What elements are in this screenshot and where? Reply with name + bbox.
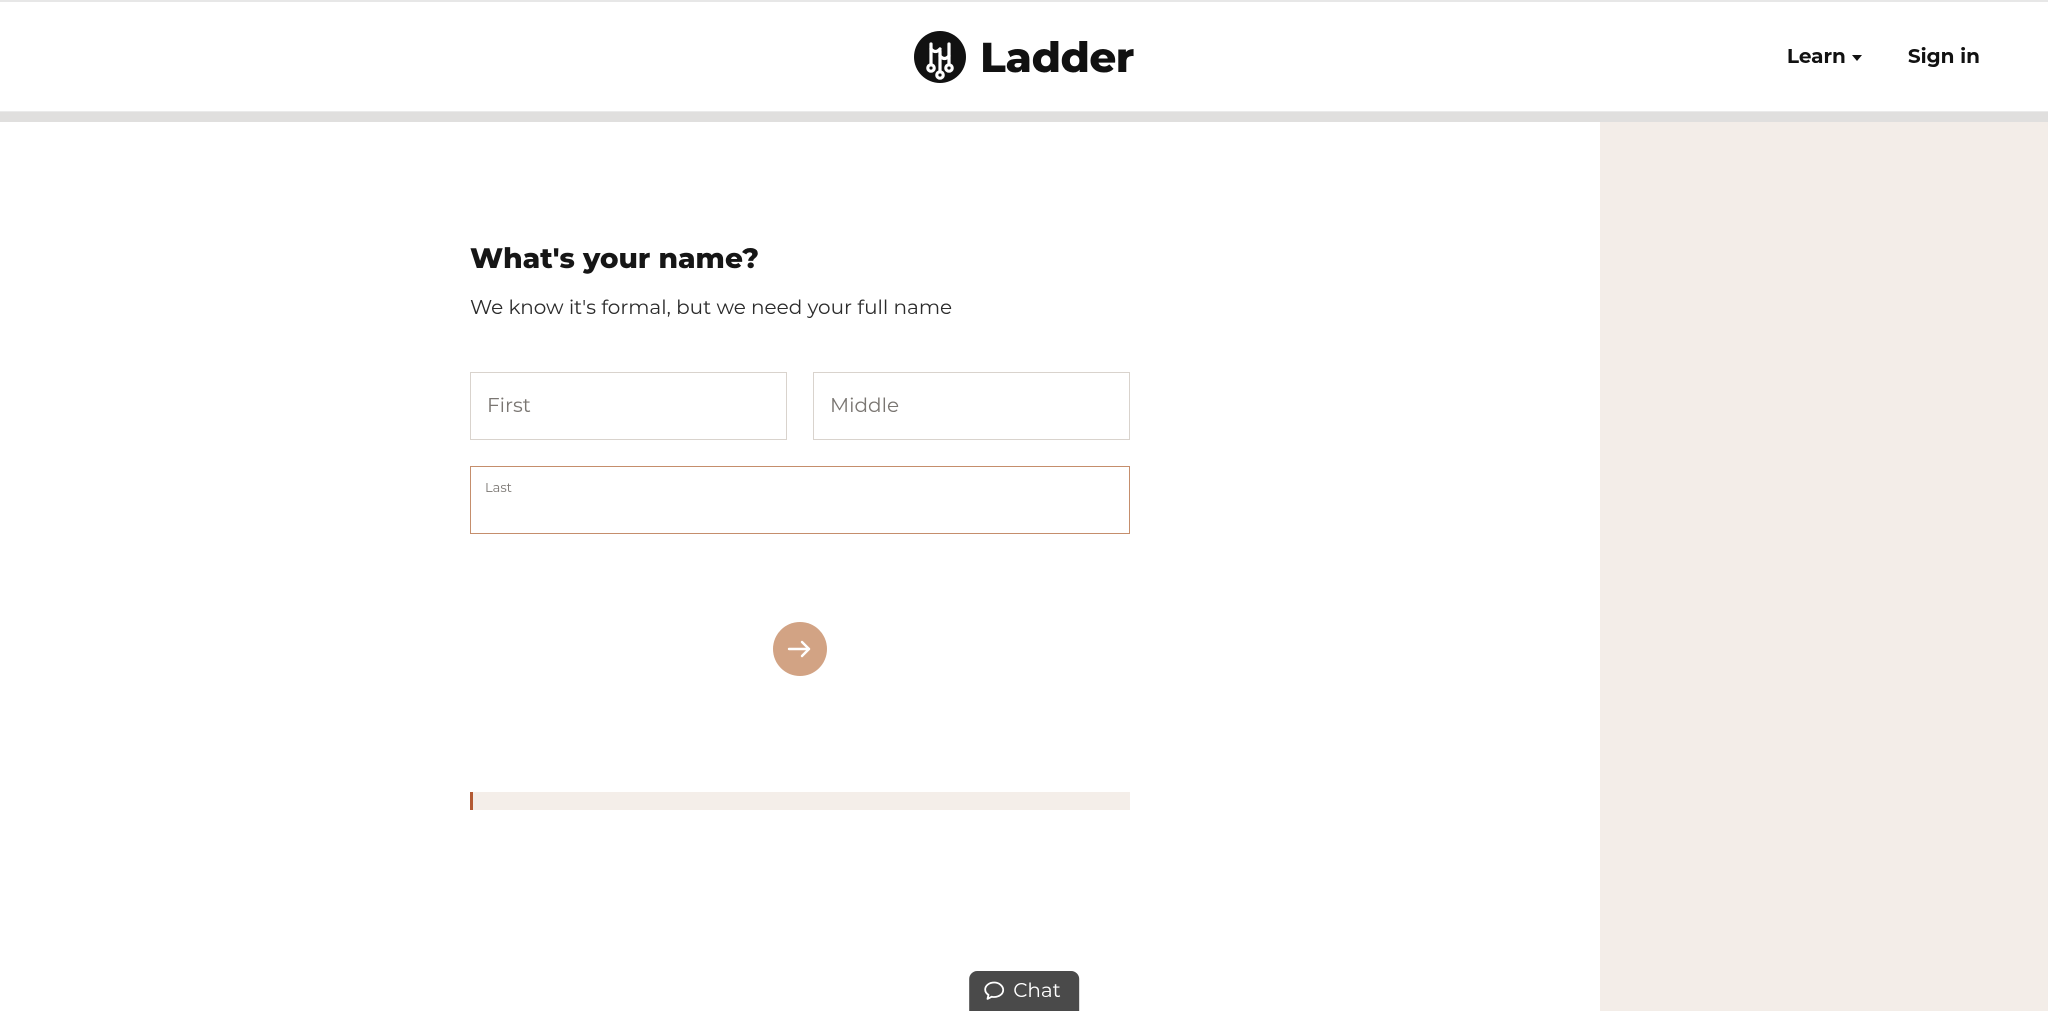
last-name-label: Last bbox=[485, 480, 512, 496]
last-name-field-wrap[interactable]: Last bbox=[470, 466, 1130, 534]
middle-name-field-wrap[interactable] bbox=[813, 372, 1130, 440]
chat-button[interactable]: Chat bbox=[969, 971, 1079, 1011]
form-heading: What's your name? bbox=[470, 242, 1130, 276]
name-form: What's your name? We know it's formal, b… bbox=[470, 242, 1130, 1011]
ladder-logo-icon bbox=[914, 31, 966, 83]
progress-bar bbox=[0, 112, 2048, 122]
chat-icon bbox=[983, 981, 1005, 1001]
right-sidebar bbox=[1600, 122, 2048, 1011]
last-name-input[interactable] bbox=[485, 498, 1115, 522]
info-card-peek bbox=[470, 792, 1130, 810]
middle-name-input[interactable] bbox=[830, 394, 1113, 418]
next-button[interactable] bbox=[773, 622, 827, 676]
brand[interactable]: Ladder bbox=[914, 31, 1134, 83]
form-subtext: We know it's formal, but we need your fu… bbox=[470, 296, 1130, 320]
first-name-field-wrap[interactable] bbox=[470, 372, 787, 440]
first-name-input[interactable] bbox=[487, 394, 770, 418]
arrow-right-icon bbox=[787, 638, 813, 660]
sign-in-label: Sign in bbox=[1908, 45, 1980, 69]
learn-label: Learn bbox=[1787, 45, 1846, 69]
header-nav: Learn Sign in bbox=[1787, 2, 1980, 111]
header: Ladder Learn Sign in bbox=[0, 2, 2048, 112]
sign-in-link[interactable]: Sign in bbox=[1908, 45, 1980, 69]
chat-label: Chat bbox=[1013, 979, 1061, 1003]
content: What's your name? We know it's formal, b… bbox=[0, 122, 2048, 1011]
caret-down-icon bbox=[1852, 55, 1862, 61]
chat-widget: Chat bbox=[969, 971, 1079, 1011]
learn-dropdown[interactable]: Learn bbox=[1787, 45, 1862, 69]
brand-name: Ladder bbox=[980, 31, 1134, 83]
main-panel: What's your name? We know it's formal, b… bbox=[0, 122, 1600, 1011]
